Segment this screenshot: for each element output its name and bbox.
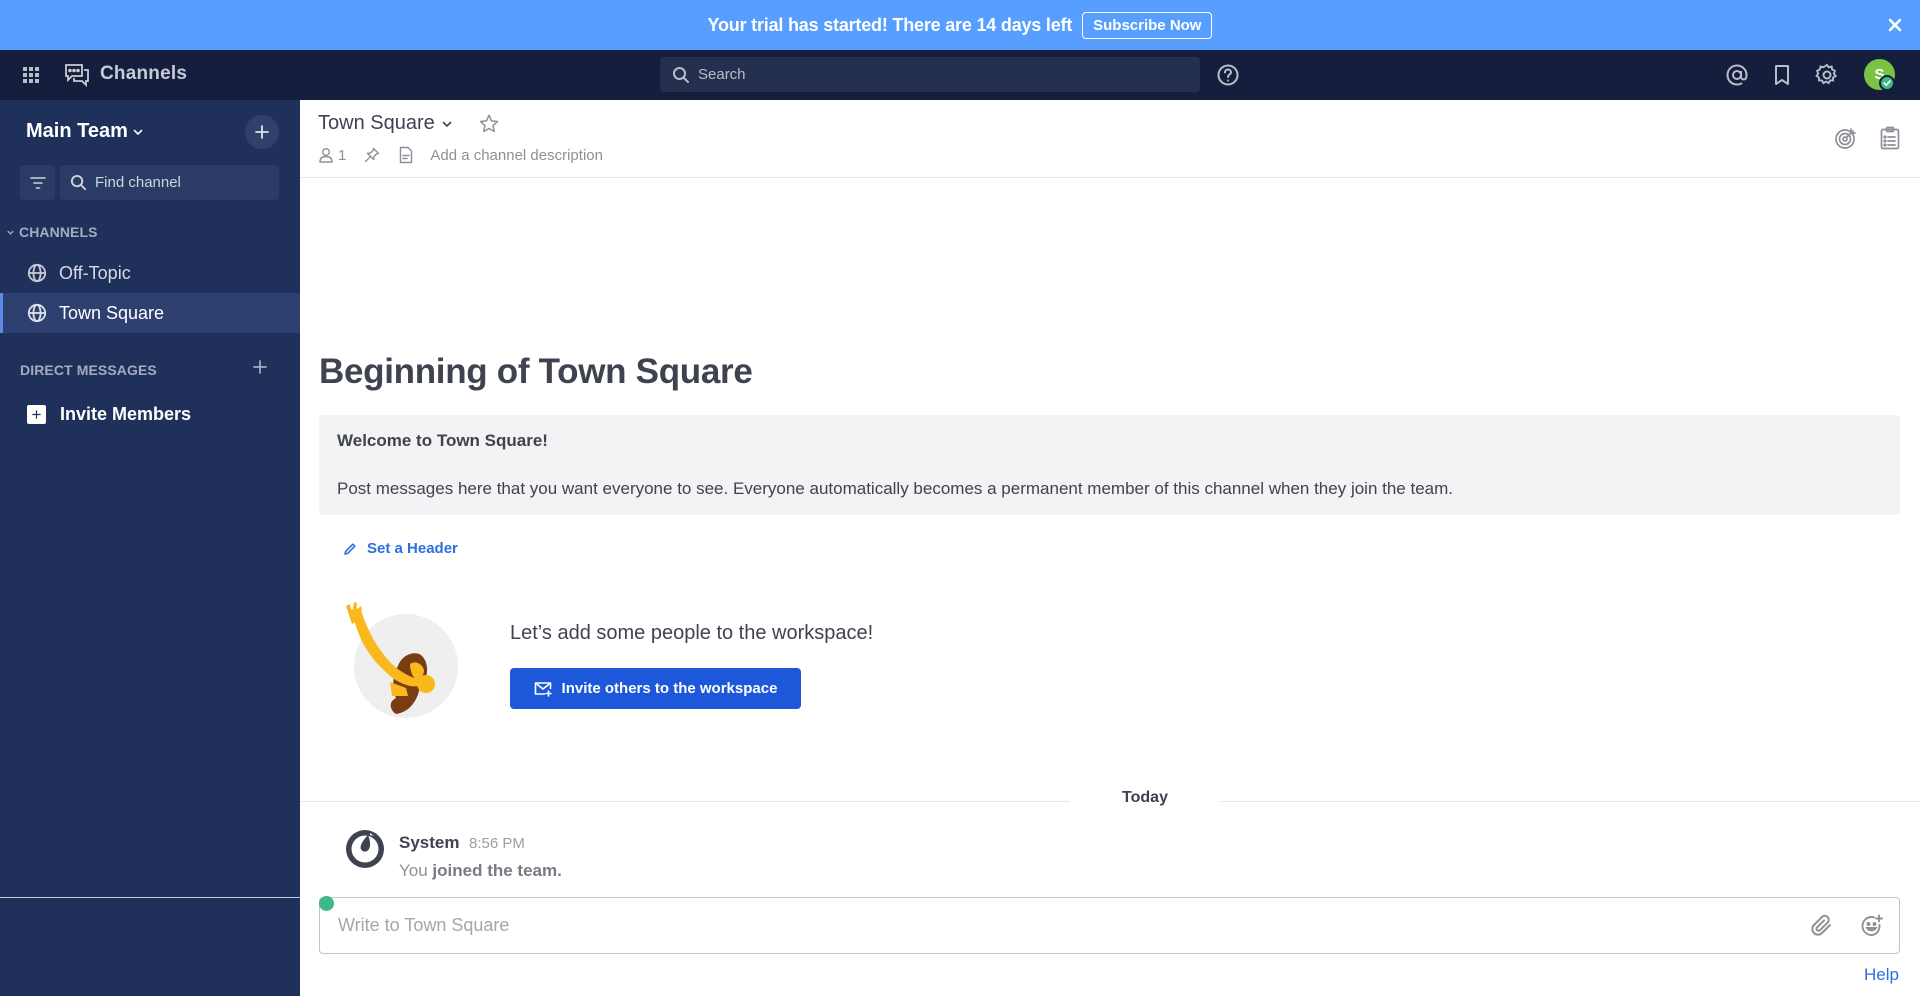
wave-illustration xyxy=(340,600,460,720)
favorite-star-icon[interactable] xyxy=(478,113,500,135)
add-people-text: Let’s add some people to the workspace! xyxy=(510,622,874,644)
message-timestamp[interactable]: 8:56 PM xyxy=(469,835,525,852)
globe-icon xyxy=(27,263,47,283)
global-header: Channels Search S xyxy=(0,50,1920,100)
channel-filter-button[interactable] xyxy=(20,165,55,200)
search-placeholder: Search xyxy=(698,66,746,83)
invite-members-button[interactable]: Invite Members xyxy=(0,394,300,434)
channels-section-label: CHANNELS xyxy=(19,224,98,240)
plus-icon xyxy=(252,359,268,375)
set-header-button[interactable]: Set a Header xyxy=(343,540,458,557)
message-body-prefix: You xyxy=(399,861,428,880)
pin-icon xyxy=(364,147,380,163)
find-channel-input[interactable]: Find channel xyxy=(60,165,279,200)
chevron-down-icon xyxy=(441,118,453,130)
clipboard-icon[interactable] xyxy=(1879,126,1901,150)
sidebar-item-off-topic[interactable]: Off-Topic xyxy=(0,253,300,293)
find-channel-placeholder: Find channel xyxy=(95,174,181,191)
set-header-label: Set a Header xyxy=(367,540,458,557)
close-icon[interactable] xyxy=(1884,14,1906,36)
help-icon[interactable] xyxy=(1216,63,1240,87)
bookmark-icon[interactable] xyxy=(1771,63,1793,87)
globe-icon xyxy=(27,303,47,323)
filter-icon xyxy=(29,176,46,190)
sidebar: Main Team Find channel CHANNELS Off-Topi… xyxy=(0,100,300,996)
pencil-icon xyxy=(343,542,357,556)
channel-label: Town Square xyxy=(59,302,165,323)
chevron-down-icon xyxy=(6,228,15,237)
search-icon xyxy=(70,174,87,191)
invite-others-label: Invite others to the workspace xyxy=(561,680,778,697)
message-input[interactable]: Write to Town Square xyxy=(319,897,1900,954)
online-status-icon xyxy=(1879,75,1895,91)
pinned-messages-button[interactable] xyxy=(364,147,380,163)
channel-intro-title: Beginning of Town Square xyxy=(319,352,753,391)
channel-title-menu[interactable]: Town Square xyxy=(318,112,453,135)
message-author[interactable]: System xyxy=(399,833,459,853)
trial-banner: Your trial has started! There are 14 day… xyxy=(0,0,1920,50)
channel-header: Town Square 1 Add a channel description xyxy=(300,100,1920,178)
grid-icon[interactable] xyxy=(22,66,40,84)
system-avatar-icon xyxy=(344,828,386,870)
invite-others-button[interactable]: Invite others to the workspace xyxy=(510,668,801,709)
search-icon xyxy=(672,66,690,84)
member-icon xyxy=(318,147,334,163)
channels-section-header[interactable]: CHANNELS xyxy=(6,224,98,240)
message-body: You joined the team. xyxy=(399,861,562,881)
target-icon[interactable] xyxy=(1834,126,1858,150)
welcome-box: Welcome to Town Square! Post messages he… xyxy=(319,415,1900,515)
online-indicator xyxy=(319,896,334,911)
product-name: Channels xyxy=(100,63,188,84)
file-icon xyxy=(398,146,414,164)
mention-icon[interactable] xyxy=(1725,63,1749,87)
member-count: 1 xyxy=(338,146,347,164)
channel-files-button[interactable] xyxy=(398,146,414,164)
emoji-picker-icon[interactable] xyxy=(1860,914,1884,938)
plus-icon xyxy=(254,124,270,140)
member-count-button[interactable]: 1 xyxy=(318,147,346,164)
channel-label: Off-Topic xyxy=(59,262,131,283)
mail-plus-icon xyxy=(534,681,552,697)
team-name: Main Team xyxy=(26,120,128,142)
channel-meta: 1 Add a channel description xyxy=(318,146,603,164)
add-direct-message-button[interactable] xyxy=(252,359,268,375)
search-input[interactable]: Search xyxy=(660,57,1200,92)
sidebar-divider xyxy=(0,897,300,898)
direct-messages-label: DIRECT MESSAGES xyxy=(20,362,157,378)
welcome-title: Welcome to Town Square! xyxy=(337,431,548,450)
help-link[interactable]: Help xyxy=(1864,965,1899,985)
team-menu[interactable]: Main Team xyxy=(26,120,144,143)
invite-members-label: Invite Members xyxy=(60,403,192,424)
trial-message: Your trial has started! There are 14 day… xyxy=(707,14,1073,35)
sidebar-item-town-square[interactable]: Town Square xyxy=(0,293,300,333)
message-body-bold: joined the team. xyxy=(432,861,562,880)
subscribe-now-button[interactable]: Subscribe Now xyxy=(1082,11,1213,39)
attachment-icon[interactable] xyxy=(1810,914,1834,938)
channel-title: Town Square xyxy=(318,112,435,134)
date-separator: Today xyxy=(1070,789,1220,807)
message-input-placeholder: Write to Town Square xyxy=(338,915,510,935)
gear-icon[interactable] xyxy=(1815,63,1839,87)
welcome-body: Post messages here that you want everyon… xyxy=(337,479,1453,498)
channels-icon xyxy=(64,62,90,88)
add-channel-description[interactable]: Add a channel description xyxy=(430,147,603,164)
chevron-down-icon xyxy=(132,126,144,138)
direct-messages-section-header[interactable]: DIRECT MESSAGES xyxy=(20,362,157,378)
plus-box-icon xyxy=(27,404,46,424)
add-channel-button[interactable] xyxy=(245,115,279,149)
